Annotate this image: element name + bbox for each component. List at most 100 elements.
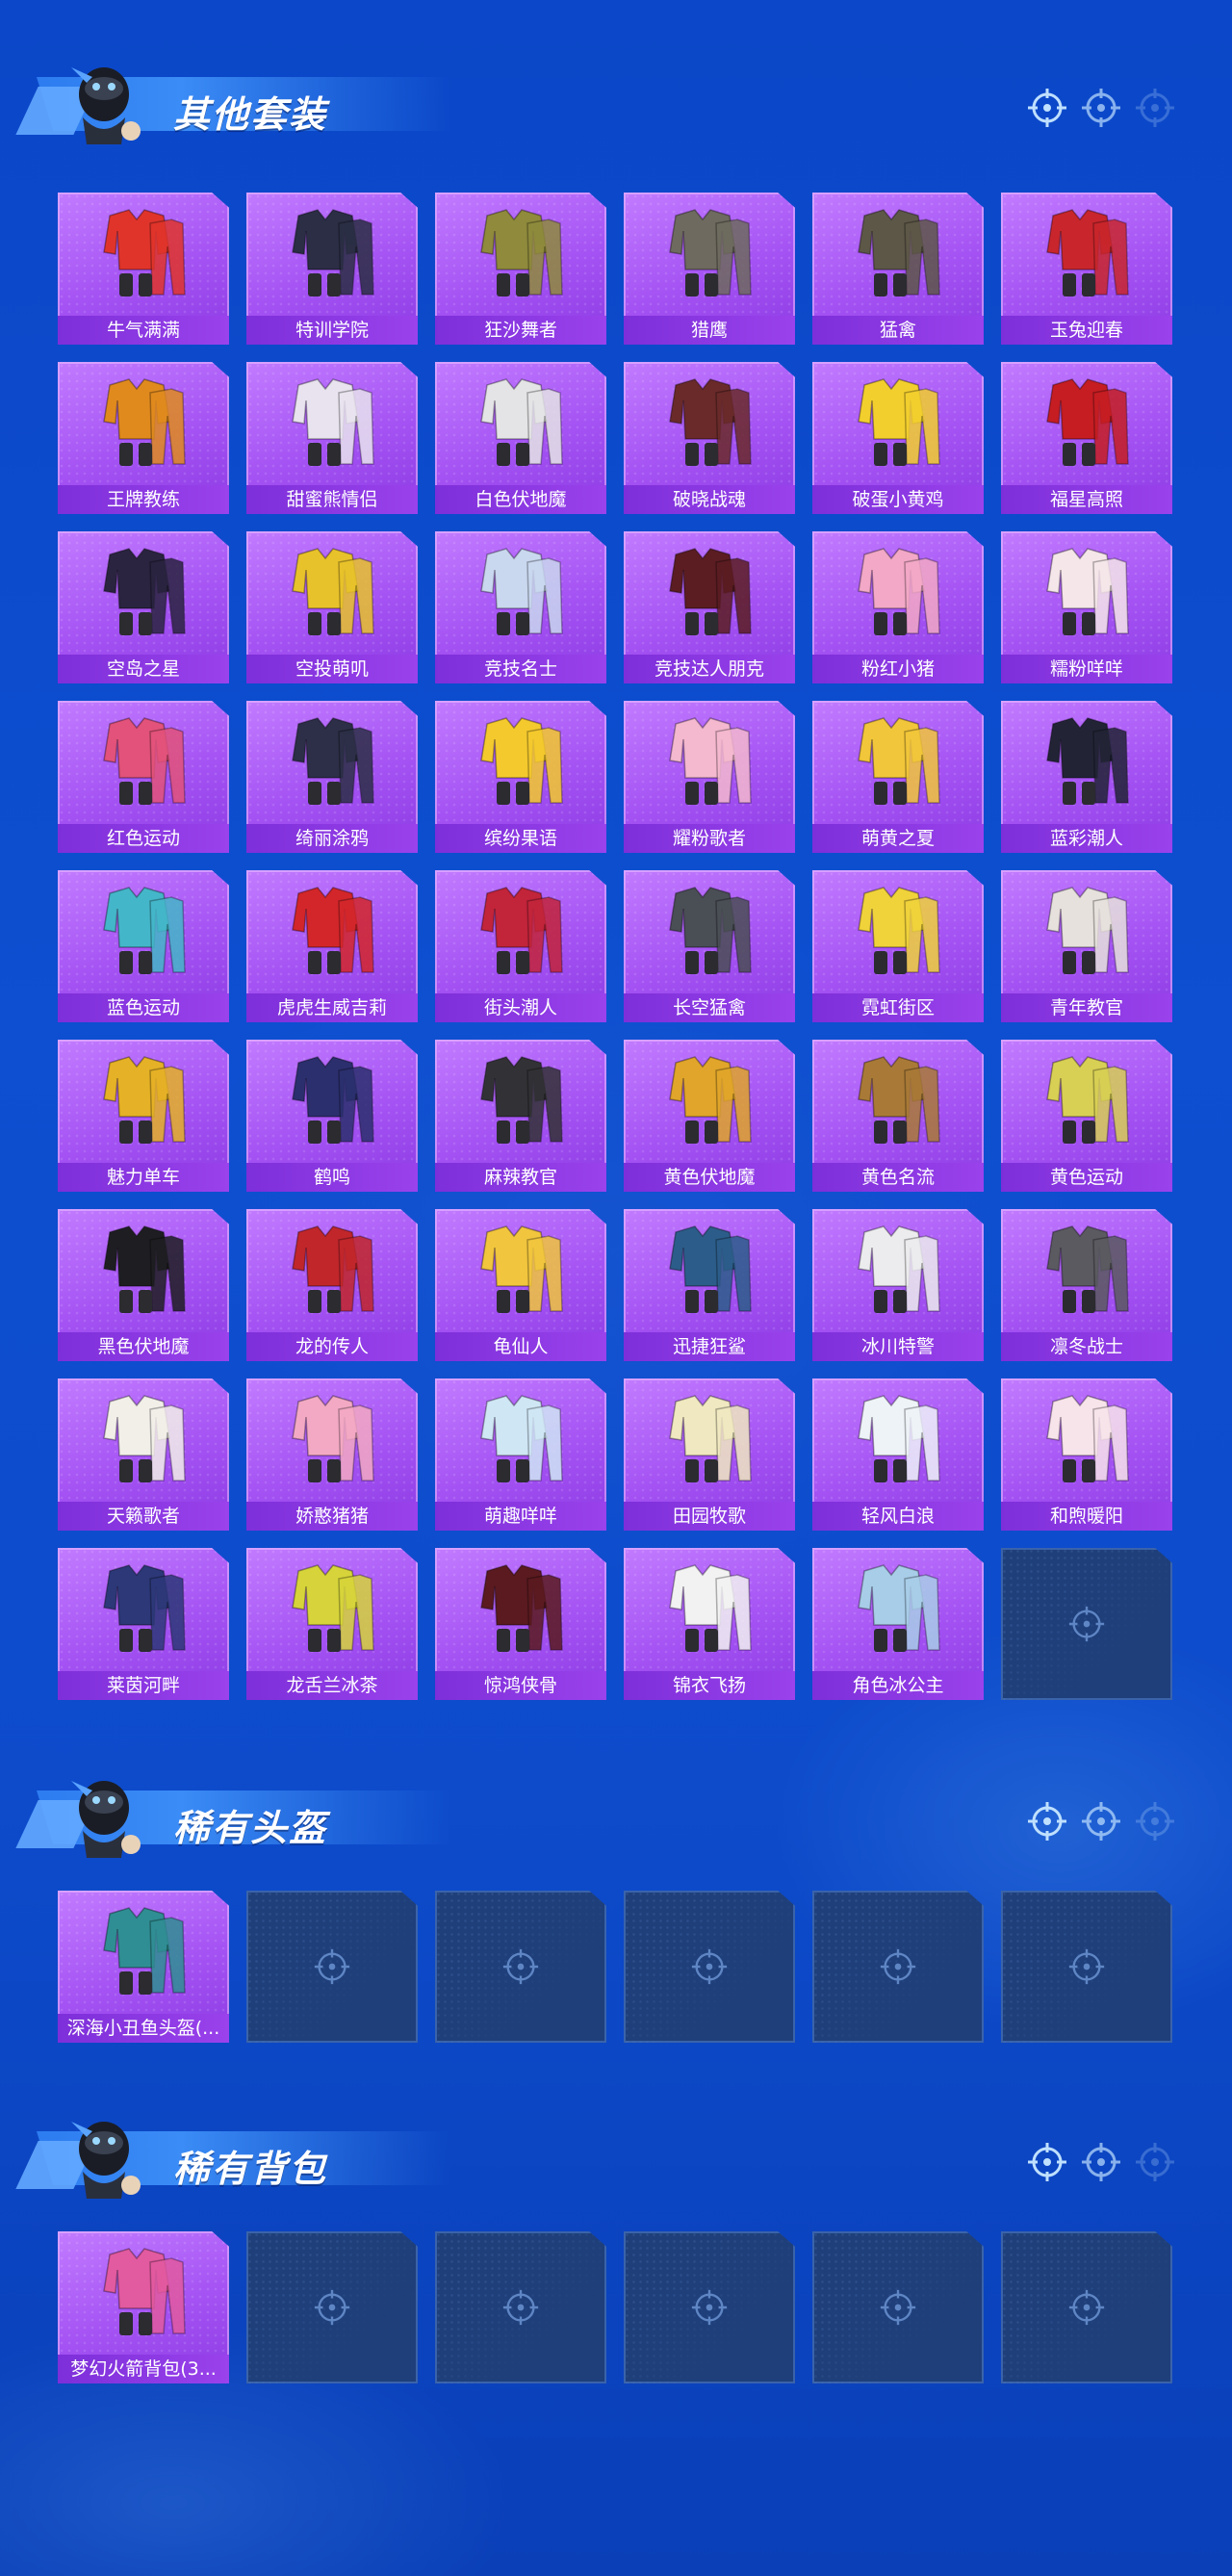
item-card[interactable]: 龙舌兰冰茶 [246, 1548, 418, 1700]
crosshair-icon [502, 2289, 539, 2326]
outfit-icon [669, 378, 752, 466]
item-card[interactable]: 玉兔迎春 [1001, 193, 1172, 345]
item-card[interactable]: 红色运动 [58, 701, 229, 853]
item-card[interactable]: 耀粉歌者 [624, 701, 795, 853]
item-card[interactable]: 天籁歌者 [58, 1378, 229, 1531]
outfit-icon [480, 378, 563, 466]
item-label: 麻辣教官 [435, 1163, 606, 1192]
item-card[interactable]: 黄色运动 [1001, 1040, 1172, 1192]
item-card[interactable]: 角色冰公主 [812, 1548, 984, 1700]
item-card[interactable]: 凛冬战士 [1001, 1209, 1172, 1361]
item-card[interactable]: 牛气满满 [58, 193, 229, 345]
item-card[interactable]: 粉红小猪 [812, 531, 984, 683]
outfit-icon [858, 717, 940, 805]
item-card[interactable]: 锦衣飞扬 [624, 1548, 795, 1700]
item-card[interactable]: 青年教官 [1001, 870, 1172, 1022]
item-grid: 梦幻火箭背包(3... [58, 2231, 1172, 2383]
item-card[interactable]: 黄色名流 [812, 1040, 984, 1192]
outfit-icon [1046, 378, 1129, 466]
item-card[interactable]: 和煦暖阳 [1001, 1378, 1172, 1531]
item-card[interactable]: 猛禽 [812, 193, 984, 345]
item-card[interactable]: 霓虹街区 [812, 870, 984, 1022]
item-card[interactable]: 特训学院 [246, 193, 418, 345]
item-card[interactable]: 黑色伏地魔 [58, 1209, 229, 1361]
item-label: 牛气满满 [58, 316, 229, 345]
item-card[interactable]: 龙的传人 [246, 1209, 418, 1361]
item-card[interactable]: 街头潮人 [435, 870, 606, 1022]
outfit-icon [292, 378, 374, 466]
section-title: 其他套装 [173, 93, 328, 136]
item-card[interactable]: 长空猛禽 [624, 870, 795, 1022]
item-card[interactable]: 福星高照 [1001, 362, 1172, 514]
item-card[interactable]: 空岛之星 [58, 531, 229, 683]
item-card[interactable]: 娇憨猪猪 [246, 1378, 418, 1531]
outfit-icon [669, 1056, 752, 1144]
item-label: 黄色运动 [1001, 1163, 1172, 1192]
item-card[interactable]: 迅捷狂鲨 [624, 1209, 795, 1361]
item-card[interactable]: 梦幻火箭背包(3... [58, 2231, 229, 2383]
item-card[interactable]: 蓝彩潮人 [1001, 701, 1172, 853]
item-card[interactable]: 竞技名士 [435, 531, 606, 683]
outfit-icon [858, 1056, 940, 1144]
item-card[interactable]: 虎虎生威吉莉 [246, 870, 418, 1022]
item-card[interactable]: 绮丽涂鸦 [246, 701, 418, 853]
item-card[interactable]: 猎鹰 [624, 193, 795, 345]
item-label: 锦衣飞扬 [624, 1671, 795, 1700]
outfit-icon [480, 1056, 563, 1144]
item-card[interactable]: 龟仙人 [435, 1209, 606, 1361]
outfit-icon [669, 1564, 752, 1652]
item-card[interactable]: 狂沙舞者 [435, 193, 606, 345]
item-label: 魅力单车 [58, 1163, 229, 1192]
header-reticles [1026, 2141, 1176, 2183]
empty-slot [435, 1891, 606, 2043]
item-card[interactable]: 田园牧歌 [624, 1378, 795, 1531]
outfit-icon [103, 887, 186, 974]
item-card[interactable]: 糯粉咩咩 [1001, 531, 1172, 683]
outfit-icon [292, 1056, 374, 1144]
item-card[interactable]: 萌趣咩咩 [435, 1378, 606, 1531]
item-card[interactable]: 萌黄之夏 [812, 701, 984, 853]
item-card[interactable]: 黄色伏地魔 [624, 1040, 795, 1192]
item-label: 龙的传人 [246, 1332, 418, 1361]
item-label: 和煦暖阳 [1001, 1502, 1172, 1531]
item-card[interactable]: 缤纷果语 [435, 701, 606, 853]
crosshair-icon [1028, 89, 1066, 127]
crosshair-icon [691, 2289, 728, 2326]
item-card[interactable]: 破晓战魂 [624, 362, 795, 514]
item-card[interactable]: 王牌教练 [58, 362, 229, 514]
item-card[interactable]: 惊鸿侠骨 [435, 1548, 606, 1700]
item-card[interactable]: 破蛋小黄鸡 [812, 362, 984, 514]
item-card[interactable]: 莱茵河畔 [58, 1548, 229, 1700]
item-label: 萌黄之夏 [812, 824, 984, 853]
outfit-icon [1046, 717, 1129, 805]
item-card[interactable]: 轻风白浪 [812, 1378, 984, 1531]
outfit-icon [480, 1564, 563, 1652]
outfit-icon [480, 209, 563, 296]
item-card[interactable]: 冰川特警 [812, 1209, 984, 1361]
empty-slot [812, 2231, 984, 2383]
item-card[interactable]: 白色伏地魔 [435, 362, 606, 514]
item-card[interactable]: 蓝色运动 [58, 870, 229, 1022]
item-label: 竞技达人朋克 [624, 655, 795, 683]
item-label: 虎虎生威吉莉 [246, 993, 418, 1022]
item-card[interactable]: 深海小丑鱼头盔(... [58, 1891, 229, 2043]
item-card[interactable]: 鹤鸣 [246, 1040, 418, 1192]
header-reticles [1026, 1800, 1176, 1842]
item-card[interactable]: 麻辣教官 [435, 1040, 606, 1192]
item-label: 梦幻火箭背包(3... [58, 2355, 229, 2383]
empty-slot [1001, 2231, 1172, 2383]
item-label: 破蛋小黄鸡 [812, 485, 984, 514]
outfit-icon [480, 1225, 563, 1313]
item-card[interactable]: 魅力单车 [58, 1040, 229, 1192]
outfit-icon [103, 1564, 186, 1652]
item-card[interactable]: 空投萌叽 [246, 531, 418, 683]
empty-slot [624, 1891, 795, 2043]
outfit-icon [858, 378, 940, 466]
item-label: 糯粉咩咩 [1001, 655, 1172, 683]
item-label: 玉兔迎春 [1001, 316, 1172, 345]
outfit-icon [669, 1225, 752, 1313]
item-label: 深海小丑鱼头盔(... [58, 2014, 229, 2043]
item-card[interactable]: 竞技达人朋克 [624, 531, 795, 683]
item-card[interactable]: 甜蜜熊情侣 [246, 362, 418, 514]
outfit-icon [1046, 1395, 1129, 1482]
